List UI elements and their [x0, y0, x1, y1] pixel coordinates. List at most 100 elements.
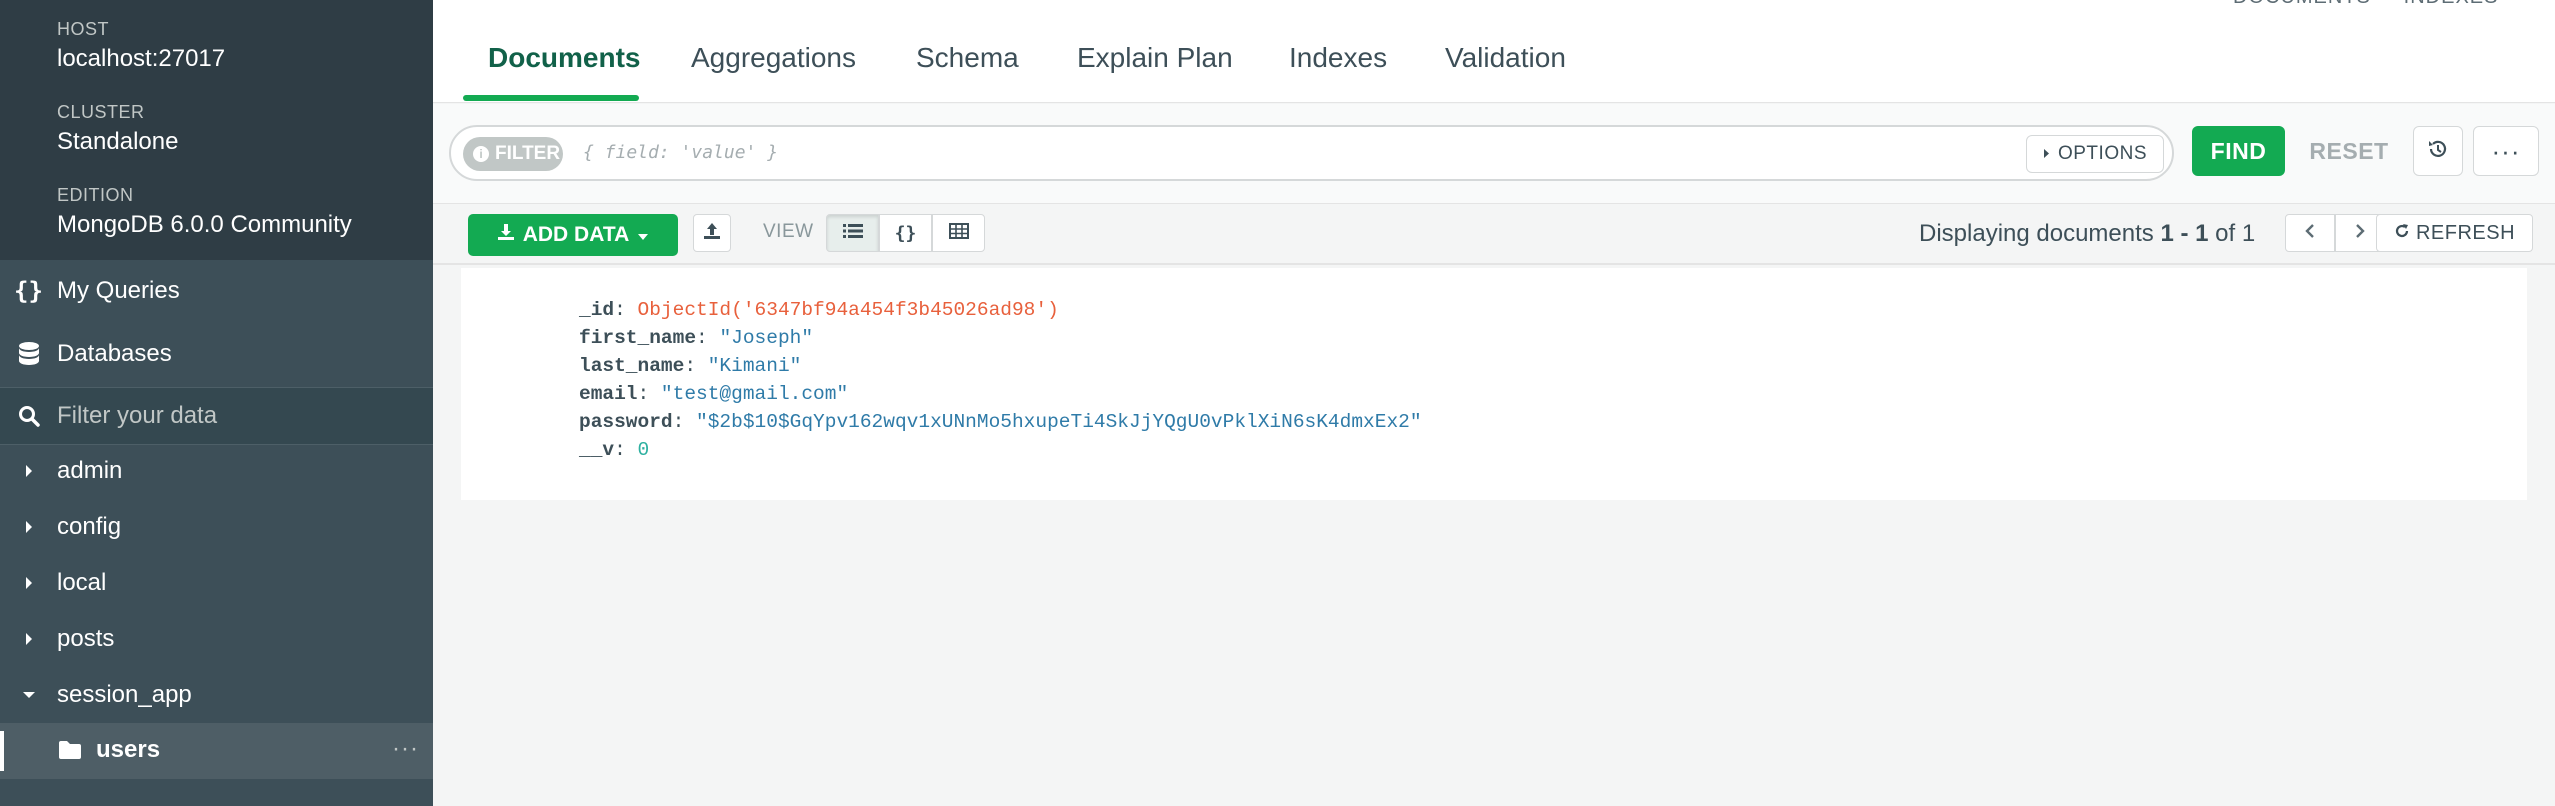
more-options-button[interactable]: ···: [2473, 126, 2539, 176]
cluster-label: CLUSTER: [57, 102, 145, 122]
refresh-button[interactable]: REFRESH: [2376, 214, 2533, 252]
caret-right-icon: [0, 632, 57, 646]
chevron-right-icon: [2355, 223, 2365, 244]
db-item-posts[interactable]: posts: [0, 611, 433, 667]
download-icon: [497, 223, 515, 247]
query-bar: i FILTER { field: 'value' } OPTIONS FIND…: [433, 104, 2555, 204]
db-item-local[interactable]: local: [0, 555, 433, 611]
db-item-label: local: [57, 569, 107, 596]
view-label: VIEW: [763, 221, 814, 242]
db-item-config[interactable]: config: [0, 499, 433, 555]
caret-right-icon: [0, 576, 57, 590]
info-icon: i: [473, 146, 489, 162]
list-icon: [842, 223, 863, 244]
field-key: __v: [579, 439, 615, 461]
folder-icon: [58, 740, 82, 765]
query-history-button[interactable]: [2413, 126, 2463, 176]
field-value: "Joseph": [719, 327, 814, 349]
view-json-button[interactable]: {}: [879, 214, 932, 252]
tab-documents[interactable]: Documents: [488, 42, 640, 74]
active-tab-underline: [463, 95, 639, 101]
db-item-admin[interactable]: admin: [0, 443, 433, 499]
sidebar-filter-input[interactable]: Filter your data: [57, 402, 217, 430]
nav-databases[interactable]: Databases: [0, 325, 433, 383]
options-label: OPTIONS: [2057, 143, 2147, 164]
pagination-status: Displaying documents 1 - 1 of 1: [1919, 220, 2255, 248]
field-row-last-name: last_name: "Kimani": [579, 355, 802, 377]
tab-indexes[interactable]: Indexes: [1289, 42, 1387, 74]
field-key: first_name: [579, 327, 697, 349]
nav-databases-label: Databases: [57, 340, 172, 367]
host-value: localhost:27017: [57, 45, 226, 72]
previous-page-button[interactable]: [2285, 214, 2335, 252]
field-key: last_name: [579, 355, 685, 377]
pagination-prefix: Displaying documents: [1919, 220, 2161, 247]
caret-right-icon: [0, 520, 57, 534]
export-button[interactable]: [693, 214, 731, 252]
edition-label: EDITION: [57, 185, 134, 205]
db-item-label: session_app: [57, 681, 192, 708]
tab-aggregations[interactable]: Aggregations: [691, 42, 856, 74]
chevron-down-icon: [637, 223, 649, 247]
host-label: HOST: [57, 19, 110, 39]
db-item-session-app[interactable]: session_app: [0, 667, 433, 723]
document-fields: _id: ObjectId('6347bf94a454f3b45026ad98'…: [579, 296, 1422, 464]
braces-icon: {}: [894, 222, 917, 244]
field-value: "$2b$10$GqYpv162wqv1xUNnMo5hxupeTi4SkJjY…: [696, 411, 1422, 433]
field-row-first-name: first_name: "Joseph": [579, 327, 814, 349]
add-data-button[interactable]: ADD DATA: [468, 214, 678, 256]
host-info: HOST localhost:27017: [57, 18, 225, 74]
filter-input[interactable]: { field: 'value' }: [583, 142, 778, 163]
active-indicator: [0, 731, 4, 771]
field-value: ObjectId('6347bf94a454f3b45026ad98'): [637, 299, 1059, 321]
document-card[interactable]: _id: ObjectId('6347bf94a454f3b45026ad98'…: [461, 268, 2527, 500]
nav-my-queries[interactable]: {} My Queries: [0, 262, 433, 320]
field-key: _id: [579, 299, 615, 321]
pagination-of: of: [2208, 220, 2242, 247]
field-value: "Kimani": [707, 355, 802, 377]
collection-item-users[interactable]: users ···: [0, 723, 433, 779]
filter-box[interactable]: i FILTER { field: 'value' } OPTIONS: [449, 125, 2174, 181]
add-data-label: ADD DATA: [522, 223, 630, 246]
filter-pill-label: FILTER: [495, 143, 561, 164]
find-button[interactable]: FIND: [2192, 126, 2285, 176]
database-icon: [0, 342, 57, 366]
edition-value: MongoDB 6.0.0 Community: [57, 211, 352, 238]
field-row-v: __v: 0: [579, 439, 650, 461]
db-item-label: config: [57, 513, 122, 540]
collection-tabs: DOCUMENTS INDEXES Documents Aggregations…: [433, 0, 2555, 103]
main-content: DOCUMENTS INDEXES Documents Aggregations…: [433, 0, 2555, 806]
collection-item-label: users: [96, 736, 161, 763]
tab-explain-plan[interactable]: Explain Plan: [1077, 42, 1233, 74]
field-row-email: email: "test@gmail.com": [579, 383, 849, 405]
tab-validation[interactable]: Validation: [1445, 42, 1566, 74]
search-icon: [0, 405, 57, 427]
pagination-total: 1: [2241, 220, 2256, 247]
field-row-id: _id: ObjectId('6347bf94a454f3b45026ad98'…: [579, 299, 1059, 321]
tab-schema[interactable]: Schema: [916, 42, 1019, 74]
filter-pill: i FILTER: [463, 137, 563, 171]
history-icon: [2427, 138, 2449, 165]
field-row-password: password: "$2b$10$GqYpv162wqv1xUNnMo5hxu…: [579, 411, 1422, 433]
view-list-button[interactable]: [826, 214, 879, 252]
sidebar-filter[interactable]: Filter your data: [0, 387, 433, 445]
field-key: password: [579, 411, 673, 433]
field-key: email: [579, 383, 638, 405]
caret-right-icon: [0, 464, 57, 478]
options-button[interactable]: OPTIONS: [2026, 135, 2164, 173]
chevron-left-icon: [2305, 223, 2315, 244]
cluster-info: CLUSTER Standalone: [57, 101, 178, 157]
view-table-button[interactable]: [932, 214, 985, 252]
table-icon: [948, 222, 969, 244]
refresh-icon: [2394, 222, 2410, 245]
caret-right-icon: [2043, 143, 2050, 165]
refresh-label: REFRESH: [2415, 221, 2516, 244]
top-crumb: DOCUMENTS INDEXES: [2233, 0, 2498, 9]
cluster-value: Standalone: [57, 128, 179, 155]
upload-icon: [703, 222, 721, 245]
reset-button[interactable]: RESET: [2299, 126, 2399, 176]
pagination-range: 1 - 1: [2160, 220, 2209, 247]
collection-more-icon[interactable]: ···: [392, 735, 419, 763]
nav-my-queries-label: My Queries: [57, 277, 180, 304]
caret-down-icon: [0, 690, 57, 700]
